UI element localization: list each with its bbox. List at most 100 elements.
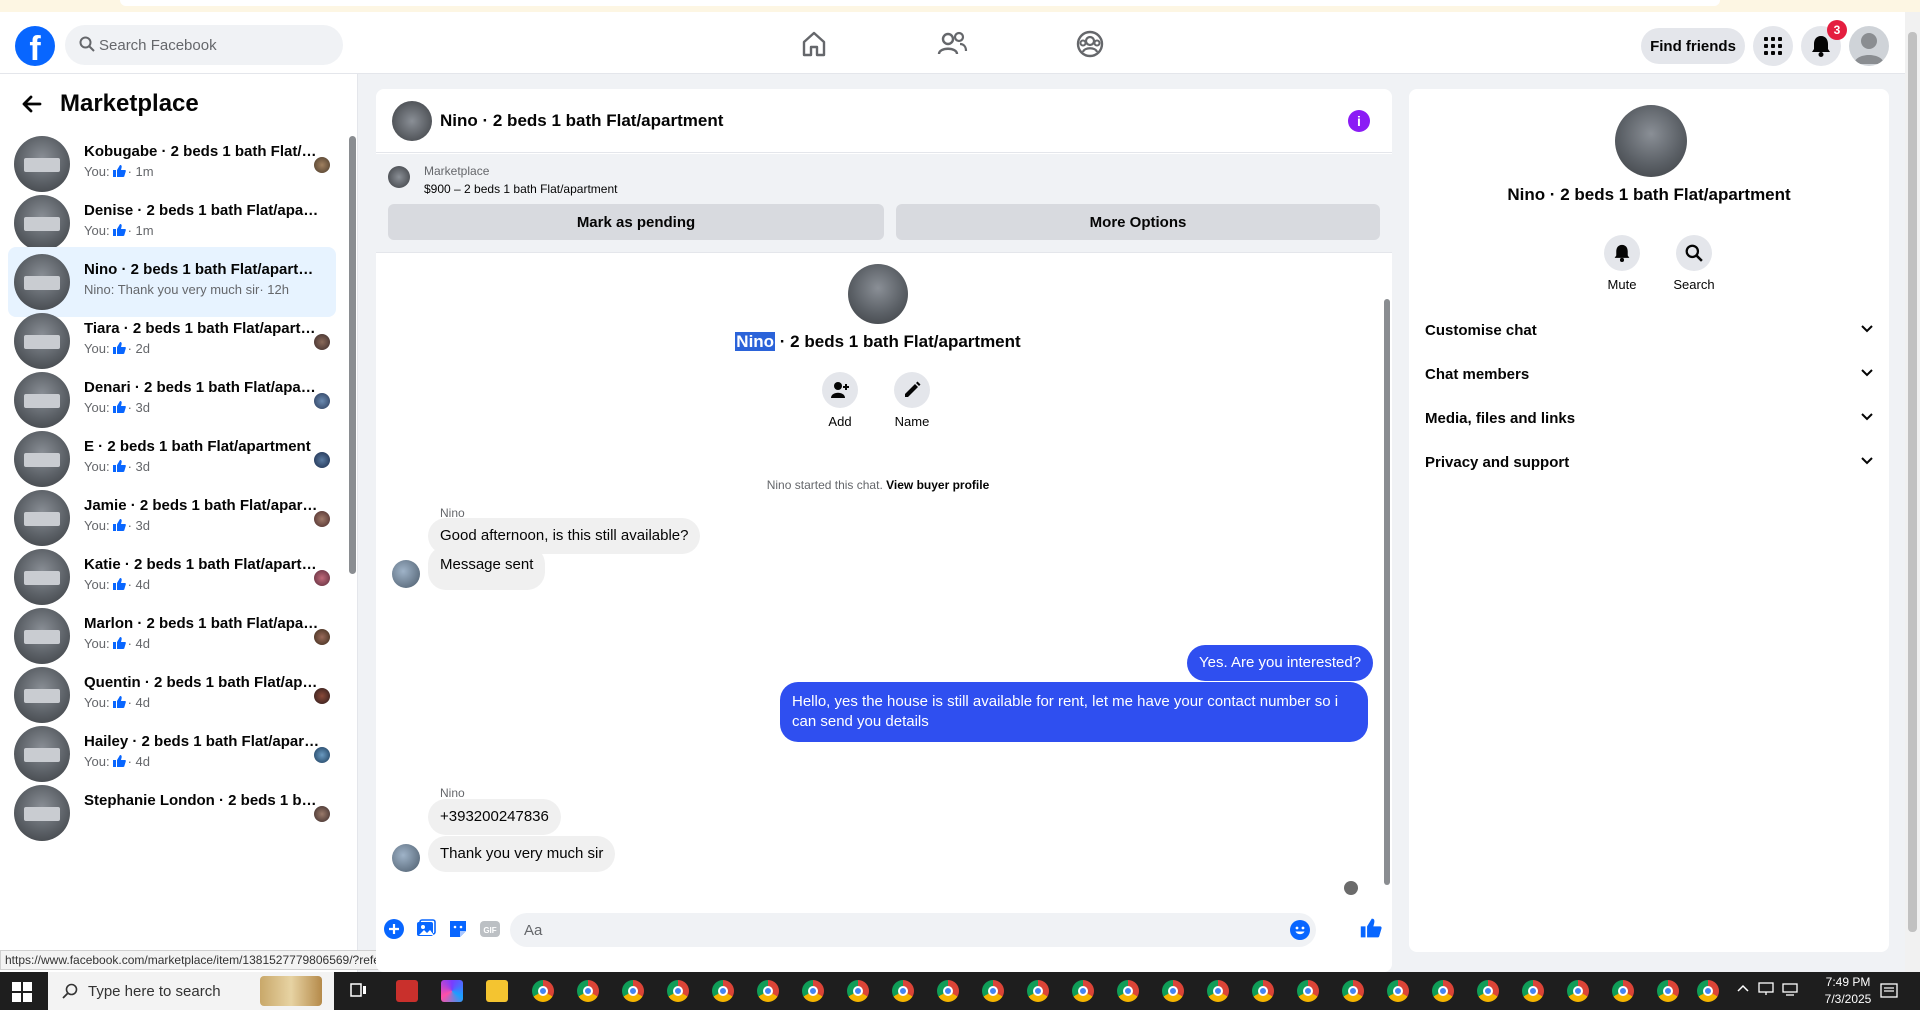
search-icon	[79, 36, 95, 52]
chrome-icon[interactable]	[532, 980, 554, 1002]
sidebar-scrollbar[interactable]	[348, 124, 356, 964]
privacy-support-section[interactable]: Privacy and support	[1425, 445, 1873, 481]
conversation-name: Kobugabe · 2 beds 1 bath Flat/apartment	[84, 143, 320, 160]
back-arrow-icon[interactable]	[18, 90, 46, 118]
chrome-icon[interactable]	[1252, 980, 1274, 1002]
pencil-icon	[905, 381, 921, 397]
like-thumb-icon[interactable]	[1360, 917, 1382, 939]
chrome-icon[interactable]	[1027, 980, 1049, 1002]
chrome-icon[interactable]	[1387, 980, 1409, 1002]
chrome-icon[interactable]	[1207, 980, 1229, 1002]
taskbar-search-box[interactable]: Type here to search	[48, 972, 334, 1010]
windows-start-icon[interactable]	[12, 982, 32, 1002]
conversation-name: Quentin · 2 beds 1 bath Flat/apartment	[84, 674, 320, 691]
chrome-icon[interactable]	[667, 980, 689, 1002]
display-icon[interactable]	[1782, 982, 1798, 996]
chrome-icon[interactable]	[892, 980, 914, 1002]
view-buyer-profile-link[interactable]: View buyer profile	[886, 478, 989, 492]
chrome-icon[interactable]	[802, 980, 824, 1002]
chrome-icon[interactable]	[1297, 980, 1319, 1002]
profile-avatar[interactable]	[1849, 26, 1889, 66]
gif-icon[interactable]: GIF	[480, 919, 500, 939]
chrome-icon[interactable]	[1477, 980, 1499, 1002]
edit-name-button[interactable]: Name	[882, 372, 942, 429]
chrome-icon[interactable]	[1432, 980, 1454, 1002]
sidebar-scroll-thumb[interactable]	[349, 136, 356, 574]
chrome-icon[interactable]	[622, 980, 644, 1002]
conversation-name: Nino · 2 beds 1 bath Flat/apartment	[84, 261, 320, 278]
customise-chat-section[interactable]: Customise chat	[1425, 313, 1873, 349]
page-scrollbar[interactable]	[1905, 12, 1920, 972]
friends-icon[interactable]	[936, 28, 968, 60]
menu-grid-button[interactable]	[1753, 26, 1793, 66]
listing-thumbnail[interactable]	[388, 166, 410, 188]
conversation-item[interactable]: Stephanie London · 2 beds 1 bath Flat/ap…	[8, 778, 336, 848]
sidebar-header: Marketplace	[18, 88, 199, 120]
chrome-icon[interactable]	[1567, 980, 1589, 1002]
conversation-name: Katie · 2 beds 1 bath Flat/apartment	[84, 556, 320, 573]
page-scroll-thumb[interactable]	[1908, 32, 1917, 932]
conversation-preview: You: · 3d	[84, 518, 150, 533]
plus-circle-icon[interactable]	[384, 919, 404, 939]
chrome-icon[interactable]	[757, 980, 779, 1002]
mute-button[interactable]: Mute	[1592, 235, 1652, 292]
conversation-preview: You: · 4d	[84, 754, 150, 769]
chat-avatar[interactable]	[392, 101, 432, 141]
chat-panel: Nino · 2 beds 1 bath Flat/apartment i Ma…	[376, 89, 1392, 972]
task-view-icon[interactable]	[350, 982, 368, 1000]
chrome-icon[interactable]	[847, 980, 869, 1002]
app-icon[interactable]	[396, 980, 418, 1002]
chrome-icon[interactable]	[577, 980, 599, 1002]
chrome-icon[interactable]	[1522, 980, 1544, 1002]
like-icon	[112, 696, 126, 708]
photo-icon[interactable]	[416, 919, 436, 939]
sticker-icon[interactable]	[448, 919, 468, 939]
chat-scroll-thumb[interactable]	[1384, 299, 1390, 885]
chrome-icon[interactable]	[982, 980, 1004, 1002]
search-input[interactable]	[99, 25, 329, 65]
copilot-icon[interactable]	[441, 980, 463, 1002]
file-explorer-icon[interactable]	[486, 980, 508, 1002]
home-icon[interactable]	[798, 28, 830, 60]
emoji-icon[interactable]	[1290, 920, 1310, 940]
chrome-icon[interactable]	[1612, 980, 1634, 1002]
chrome-icon[interactable]	[937, 980, 959, 1002]
svg-text:GIF: GIF	[483, 926, 496, 935]
chrome-icon[interactable]	[712, 980, 734, 1002]
chat-scrollbar[interactable]	[1382, 259, 1392, 895]
chat-title[interactable]: Nino · 2 beds 1 bath Flat/apartment	[440, 111, 723, 131]
message-input[interactable]	[524, 913, 1264, 947]
chat-members-section[interactable]: Chat members	[1425, 357, 1873, 393]
listing-price[interactable]: $900 – 2 beds 1 bath Flat/apartment	[424, 182, 617, 196]
info-icon[interactable]: i	[1348, 110, 1370, 132]
facebook-logo-icon[interactable]: f	[15, 26, 55, 66]
add-people-button[interactable]: Add	[810, 372, 870, 429]
search-highlight-art	[260, 976, 322, 1006]
tray-chevron-up-icon[interactable]	[1736, 982, 1750, 996]
media-files-links-section[interactable]: Media, files and links	[1425, 401, 1873, 437]
chevron-down-icon	[1861, 457, 1873, 465]
chrome-icon[interactable]	[1162, 980, 1184, 1002]
more-options-button[interactable]: More Options	[896, 204, 1380, 240]
like-icon	[112, 460, 126, 472]
chrome-icon[interactable]	[1697, 980, 1719, 1002]
action-center-icon[interactable]	[1880, 982, 1898, 1000]
marketplace-label: Marketplace	[424, 164, 490, 178]
search-in-conversation-button[interactable]: Search	[1664, 235, 1724, 292]
chrome-icon[interactable]	[1657, 980, 1679, 1002]
add-person-icon	[831, 382, 849, 398]
chrome-icon[interactable]	[1342, 980, 1364, 1002]
conversation-preview: You: · 4d	[84, 636, 150, 651]
mark-as-pending-button[interactable]: Mark as pending	[388, 204, 884, 240]
chrome-icon[interactable]	[1117, 980, 1139, 1002]
grid-icon	[1764, 37, 1782, 55]
taskbar-search-placeholder: Type here to search	[88, 983, 221, 1000]
system-clock[interactable]: 7:49 PM 7/3/2025	[1808, 974, 1888, 1008]
network-icon[interactable]	[1758, 982, 1774, 996]
find-friends-button[interactable]: Find friends	[1641, 28, 1745, 64]
message-input-field[interactable]	[510, 913, 1316, 947]
chrome-icon[interactable]	[1072, 980, 1094, 1002]
search-box[interactable]	[65, 25, 343, 65]
browser-strip	[0, 0, 1920, 12]
groups-icon[interactable]	[1074, 28, 1106, 60]
